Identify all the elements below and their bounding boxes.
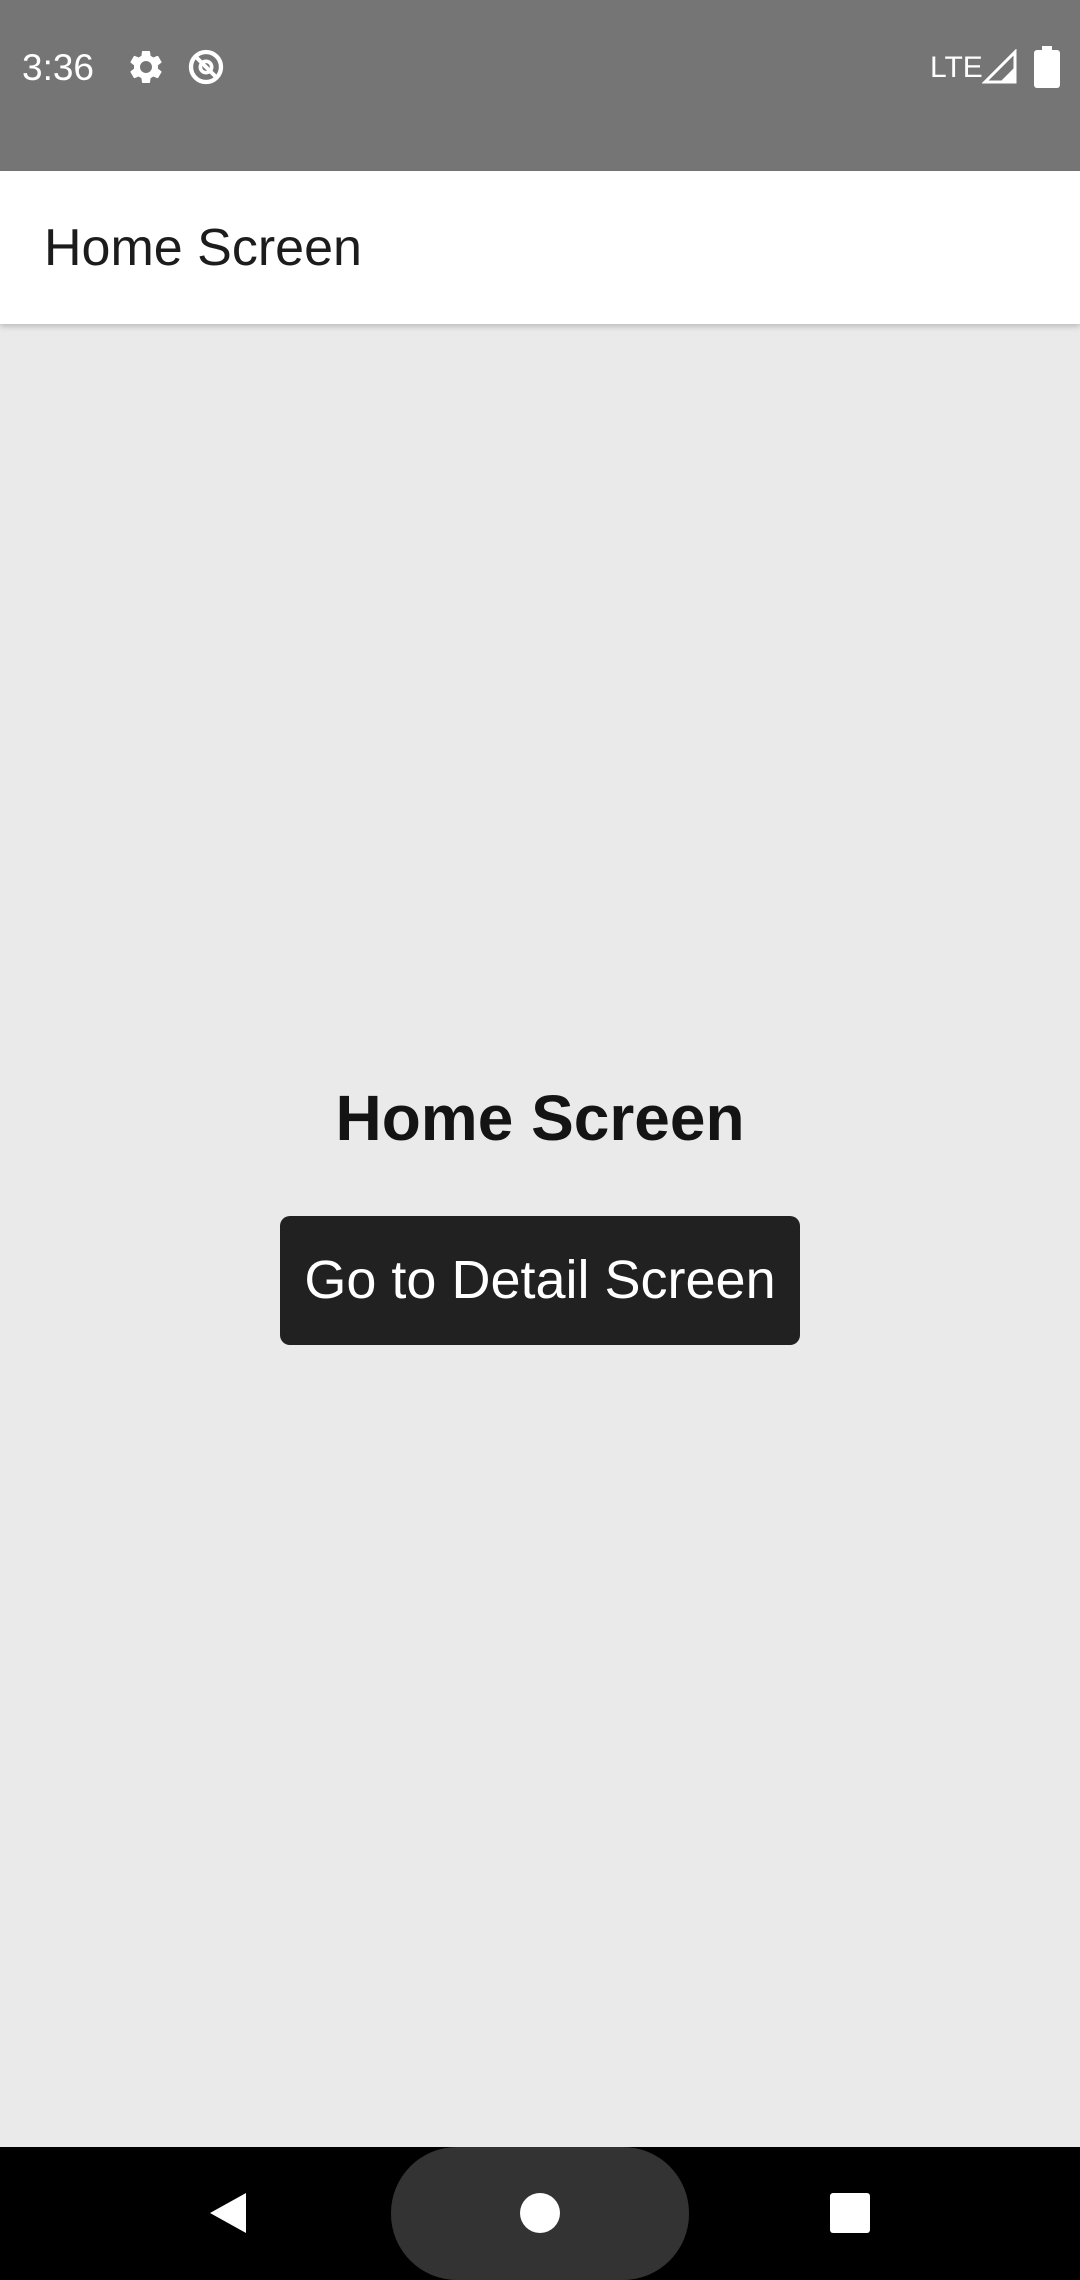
- app-bar: Home Screen: [0, 171, 1080, 324]
- go-to-detail-button[interactable]: Go to Detail Screen: [280, 1216, 800, 1345]
- recents-icon[interactable]: [820, 2183, 880, 2243]
- status-time: 3:36: [22, 47, 95, 88]
- page-title: Home Screen: [335, 1082, 745, 1154]
- navigation-bar: [0, 2147, 1080, 2280]
- network-type-label: LTE: [930, 51, 983, 84]
- phone-screen: 3:36 LTE Home Screen Home Screen Go to D…: [0, 0, 1080, 2280]
- settings-gear-icon: [126, 47, 166, 87]
- back-icon[interactable]: [196, 2183, 256, 2243]
- status-bar: 3:36 LTE: [0, 0, 1080, 171]
- battery-icon: [1034, 46, 1060, 88]
- home-icon[interactable]: [510, 2183, 570, 2243]
- main-content: Home Screen Go to Detail Screen: [0, 324, 1080, 2147]
- signal-icon: [982, 49, 1018, 85]
- app-bar-title: Home Screen: [44, 219, 362, 277]
- no-data-saver-icon: [186, 47, 226, 87]
